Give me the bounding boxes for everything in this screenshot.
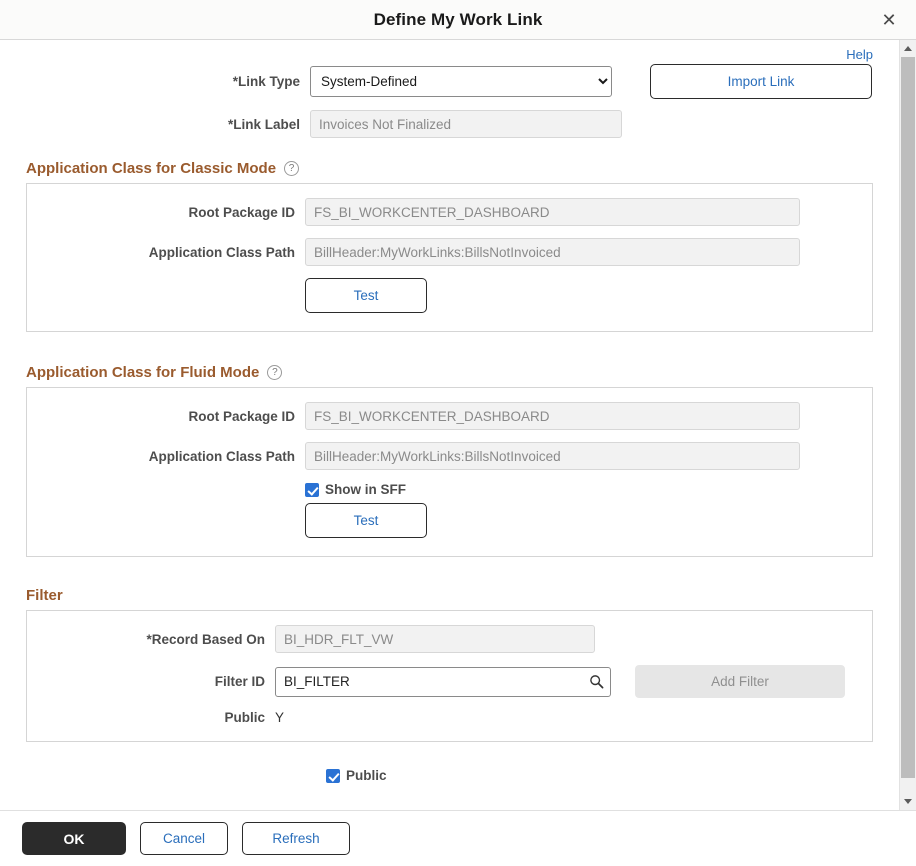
fluid-app-class-path-input: [305, 442, 800, 470]
link-type-select[interactable]: System-Defined: [310, 66, 612, 97]
top-form: Link Type System-Defined Import Link Lin…: [0, 64, 899, 138]
public-checkbox[interactable]: Public: [326, 768, 387, 783]
help-circle-icon[interactable]: ?: [267, 365, 282, 380]
classic-root-package-label: Root Package ID: [27, 205, 305, 220]
fluid-app-class-path-label: Application Class Path: [27, 449, 305, 464]
filter-public-value: Y: [275, 710, 284, 725]
scroll-up-arrow-icon[interactable]: [900, 40, 916, 57]
ok-button[interactable]: OK: [22, 822, 126, 855]
refresh-button[interactable]: Refresh: [242, 822, 350, 855]
help-link[interactable]: Help: [846, 47, 873, 62]
search-icon[interactable]: [587, 673, 605, 691]
fluid-root-package-label: Root Package ID: [27, 409, 305, 424]
help-circle-icon[interactable]: ?: [284, 161, 299, 176]
filter-header: Filter: [26, 587, 873, 604]
close-icon[interactable]: ✕: [876, 7, 902, 33]
show-in-sff-checkbox[interactable]: Show in SFF: [305, 482, 406, 497]
add-filter-button: Add Filter: [635, 665, 845, 698]
scroll-content: Help Link Type System-Defined Import Lin…: [0, 40, 899, 810]
fluid-mode-section: Application Class for Fluid Mode ? Root …: [26, 364, 873, 557]
public-checkbox-label: Public: [346, 768, 387, 783]
filter-id-input[interactable]: [275, 667, 611, 697]
record-based-on-input: [275, 625, 595, 653]
fluid-mode-box: Root Package ID Application Class Path S…: [26, 387, 873, 557]
classic-root-package-input: [305, 198, 800, 226]
show-in-sff-label: Show in SFF: [325, 482, 406, 497]
public-checkbox-row: Public: [0, 768, 899, 783]
link-label-label: Link Label: [0, 117, 310, 132]
link-type-row: Link Type System-Defined Import Link: [0, 64, 899, 99]
fluid-mode-title: Application Class for Fluid Mode: [26, 364, 259, 381]
show-in-sff-row: Show in SFF: [27, 482, 872, 497]
dialog-footer: OK Cancel Refresh: [0, 810, 916, 866]
filter-title: Filter: [26, 587, 63, 604]
classic-mode-box: Root Package ID Application Class Path T…: [26, 183, 873, 332]
scrollbar-track[interactable]: [900, 57, 916, 793]
import-link-button[interactable]: Import Link: [650, 64, 872, 99]
fluid-app-class-path-row: Application Class Path: [27, 442, 872, 470]
filter-id-field-wrap: [275, 667, 611, 697]
classic-mode-section: Application Class for Classic Mode ? Roo…: [26, 160, 873, 332]
scroll-down-arrow-icon[interactable]: [900, 793, 916, 810]
filter-public-label: Public: [27, 710, 275, 725]
filter-id-row: Filter ID Add Filter: [27, 665, 872, 698]
record-based-on-label: Record Based On: [27, 632, 275, 647]
filter-section: Filter Record Based On Filter ID: [26, 587, 873, 742]
define-my-work-link-dialog: Define My Work Link ✕ Help Link Type Sys…: [0, 0, 916, 866]
classic-test-row: Test: [27, 278, 872, 313]
page-title: Define My Work Link: [374, 10, 543, 30]
vertical-scrollbar[interactable]: [899, 40, 916, 810]
classic-mode-title: Application Class for Classic Mode: [26, 160, 276, 177]
classic-app-class-path-label: Application Class Path: [27, 245, 305, 260]
filter-id-label: Filter ID: [27, 674, 275, 689]
classic-mode-header: Application Class for Classic Mode ?: [26, 160, 873, 177]
scrollbar-thumb[interactable]: [901, 57, 915, 778]
record-based-on-row: Record Based On: [27, 625, 872, 653]
fluid-mode-header: Application Class for Fluid Mode ?: [26, 364, 873, 381]
filter-public-row: Public Y: [27, 710, 872, 725]
fluid-test-button[interactable]: Test: [305, 503, 427, 538]
cancel-button[interactable]: Cancel: [140, 822, 228, 855]
fluid-root-package-input: [305, 402, 800, 430]
link-label-input: [310, 110, 622, 138]
fluid-test-row: Test: [27, 503, 872, 538]
link-label-row: Link Label: [0, 110, 899, 138]
classic-app-class-path-input: [305, 238, 800, 266]
help-row: Help: [0, 40, 899, 64]
fluid-root-package-row: Root Package ID: [27, 402, 872, 430]
dialog-body: Help Link Type System-Defined Import Lin…: [0, 40, 916, 810]
checkbox-checked-icon[interactable]: [326, 769, 340, 783]
classic-app-class-path-row: Application Class Path: [27, 238, 872, 266]
link-type-label: Link Type: [0, 74, 310, 89]
filter-box: Record Based On Filter ID: [26, 610, 873, 742]
classic-root-package-row: Root Package ID: [27, 198, 872, 226]
checkbox-checked-icon[interactable]: [305, 483, 319, 497]
dialog-titlebar: Define My Work Link ✕: [0, 0, 916, 40]
classic-test-button[interactable]: Test: [305, 278, 427, 313]
